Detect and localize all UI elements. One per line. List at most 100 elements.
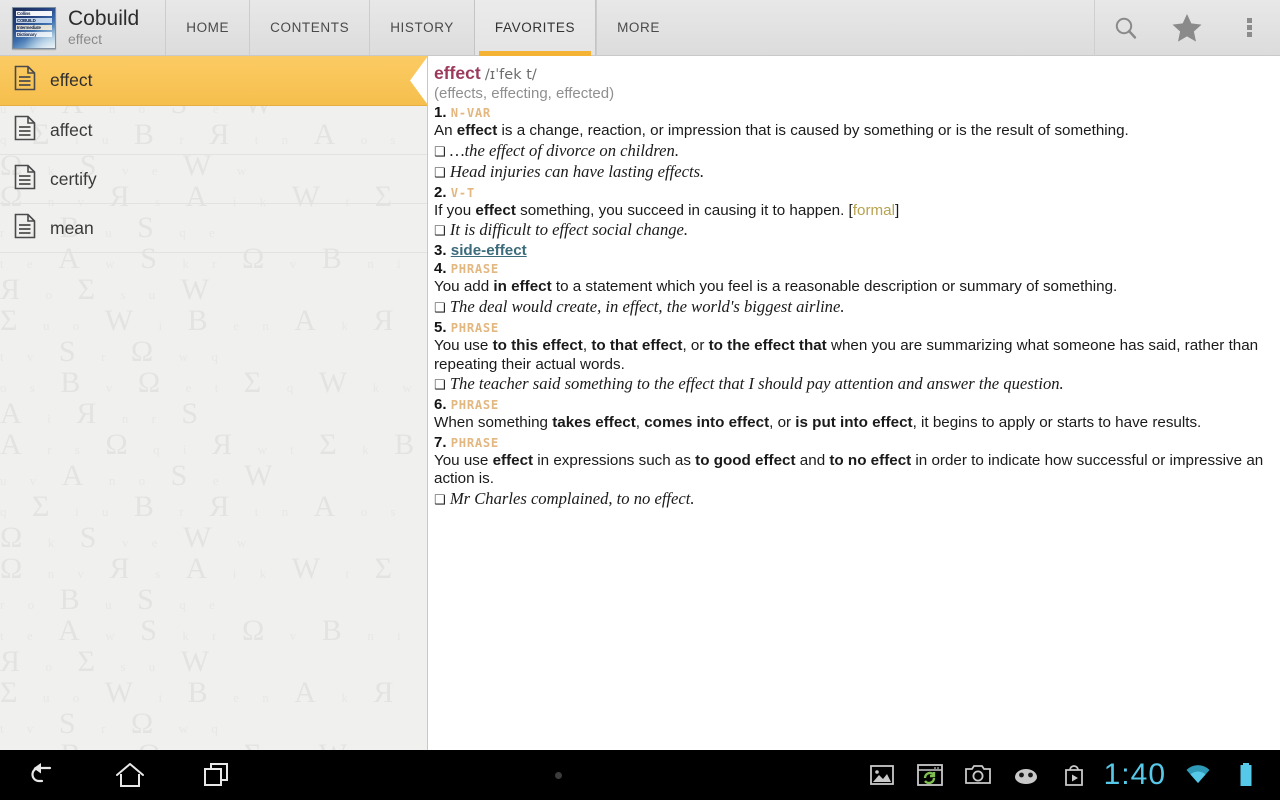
example-bullet-icon: ❑ <box>434 224 446 240</box>
def-keyword: to no effect <box>829 451 912 469</box>
recent-apps-button[interactable] <box>187 750 247 800</box>
list-item-affect[interactable]: affect <box>0 106 428 155</box>
document-icon <box>14 213 36 244</box>
sense-5-header: 5. PHRASE <box>434 319 1270 337</box>
tab-history[interactable]: HISTORY <box>369 0 474 55</box>
app-icon-cover-line-2: COBUILD <box>16 17 52 23</box>
def-text: and <box>795 451 830 469</box>
sense-5-example-1: ❑ The teacher said something to the effe… <box>434 374 1270 395</box>
battery-icon[interactable] <box>1222 750 1270 800</box>
star-icon <box>1172 13 1202 42</box>
sense-number: 1. <box>434 104 447 122</box>
sense-1-example-1: ❑ …the effect of divorce on children. <box>434 141 1270 162</box>
sense-number: 6. <box>434 396 447 414</box>
sense-2-definition: If you effect something, you succeed in … <box>434 202 1270 221</box>
home-button[interactable] <box>100 750 160 800</box>
action-bar-spacer <box>680 0 1094 55</box>
tab-contents[interactable]: CONTENTS <box>249 0 369 55</box>
example-text: It is difficult to effect social change. <box>449 220 689 240</box>
app-title: Cobuild <box>68 7 140 31</box>
sense-pos-label: PHRASE <box>450 262 499 277</box>
camera-icon[interactable] <box>954 750 1002 800</box>
overflow-menu-icon <box>1246 16 1252 39</box>
def-keyword: to that effect <box>591 336 683 354</box>
document-icon <box>14 164 36 195</box>
status-clock: 1:40 <box>1103 758 1166 791</box>
sidebar-divider <box>427 56 428 750</box>
nav-buttons <box>0 750 260 800</box>
app-icon: Collins COBUILD Intermediate Dictionary <box>12 6 56 49</box>
list-item-certify[interactable]: certify <box>0 155 428 204</box>
sense-6-header: 6. PHRASE <box>434 396 1270 414</box>
list-item-label: certify <box>50 168 97 189</box>
def-keyword: comes into effect <box>644 414 770 432</box>
cross-reference-link[interactable]: side-effect <box>451 242 527 259</box>
def-text: , it begins to apply or starts to have r… <box>912 414 1202 432</box>
example-bullet-icon: ❑ <box>434 300 446 316</box>
screenshot-sync-icon[interactable] <box>906 750 954 800</box>
sense-2-example-1: ❑ It is difficult to effect social chang… <box>434 220 1270 241</box>
app-title-block: Cobuild effect <box>68 7 140 47</box>
action-bar-buttons <box>1094 0 1280 56</box>
cyanogenmod-icon[interactable] <box>1002 750 1050 800</box>
sense-number: 4. <box>434 260 447 278</box>
register-label: formal <box>852 201 895 219</box>
app-icon-glare <box>21 27 55 48</box>
sense-number: 2. <box>434 183 447 201</box>
def-keyword: effect <box>492 451 534 469</box>
back-button[interactable] <box>13 750 73 800</box>
sense-pos-label: V-T <box>450 185 475 200</box>
list-item-mean[interactable]: mean <box>0 204 428 253</box>
favorites-button[interactable] <box>1156 0 1218 56</box>
entry-pronunciation: /ɪˈfek t/ <box>484 67 537 83</box>
document-icon <box>14 115 36 146</box>
example-bullet-icon: ❑ <box>434 165 446 181</box>
def-text: , <box>635 414 645 432</box>
def-text: You use <box>434 451 493 469</box>
def-keyword: effect <box>475 201 516 219</box>
entry-inflections: (effects, effecting, effected) <box>434 84 615 102</box>
tab-favorites[interactable]: FAVORITES <box>473 0 597 56</box>
def-text: You add <box>434 278 494 296</box>
list-item-label: effect <box>50 70 93 90</box>
dictionary-entry: effect /ɪˈfek t/ (effects, effecting, ef… <box>428 56 1280 750</box>
sense-number: 7. <box>434 433 447 451</box>
example-bullet-icon: ❑ <box>434 492 446 508</box>
def-keyword: effect <box>456 122 498 140</box>
selection-notch-icon <box>410 56 428 105</box>
example-text: The teacher said something to the effect… <box>449 374 1064 394</box>
def-text: You use <box>434 336 493 354</box>
list-item-label: mean <box>50 217 94 238</box>
status-icons[interactable]: 1:40 <box>858 750 1280 800</box>
def-text: , or <box>769 414 796 432</box>
wifi-icon[interactable] <box>1174 750 1222 800</box>
sense-3-header: 3. side-effect <box>434 242 1270 259</box>
example-text: Head injuries can have lasting effects. <box>449 161 705 181</box>
example-text: Mr Charles complained, to no effect. <box>449 488 695 508</box>
def-text: When something <box>434 414 553 432</box>
overflow-menu-button[interactable] <box>1218 0 1280 56</box>
nav-center <box>260 771 858 779</box>
tab-home[interactable]: HOME <box>165 0 249 55</box>
list-item-effect[interactable]: effect <box>0 56 428 106</box>
sense-pos-label: N-VAR <box>450 106 491 121</box>
system-navigation-bar: 1:40 <box>0 750 1280 800</box>
document-icon <box>14 65 36 96</box>
search-icon <box>1115 17 1136 39</box>
action-bar: Collins COBUILD Intermediate Dictionary … <box>0 0 1280 56</box>
play-store-icon[interactable] <box>1050 750 1098 800</box>
def-keyword: to this effect <box>492 336 583 354</box>
gallery-icon[interactable] <box>858 750 906 800</box>
sense-6-definition: When something takes effect, comes into … <box>434 414 1270 433</box>
sense-number: 5. <box>434 318 447 336</box>
tab-more[interactable]: MORE <box>596 0 680 55</box>
app-brand[interactable]: Collins COBUILD Intermediate Dictionary … <box>0 0 151 55</box>
def-text: in expressions such as <box>533 451 696 469</box>
sense-7-definition: You use effect in expressions such as to… <box>434 452 1270 489</box>
def-text: is a change, reaction, or impression tha… <box>497 122 1129 140</box>
search-button[interactable] <box>1094 0 1156 56</box>
app-subtitle: effect <box>68 30 102 47</box>
entry-headword: effect <box>434 63 481 83</box>
sense-5-definition: You use to this effect, to that effect, … <box>434 337 1270 374</box>
back-arrow-icon <box>31 763 52 783</box>
